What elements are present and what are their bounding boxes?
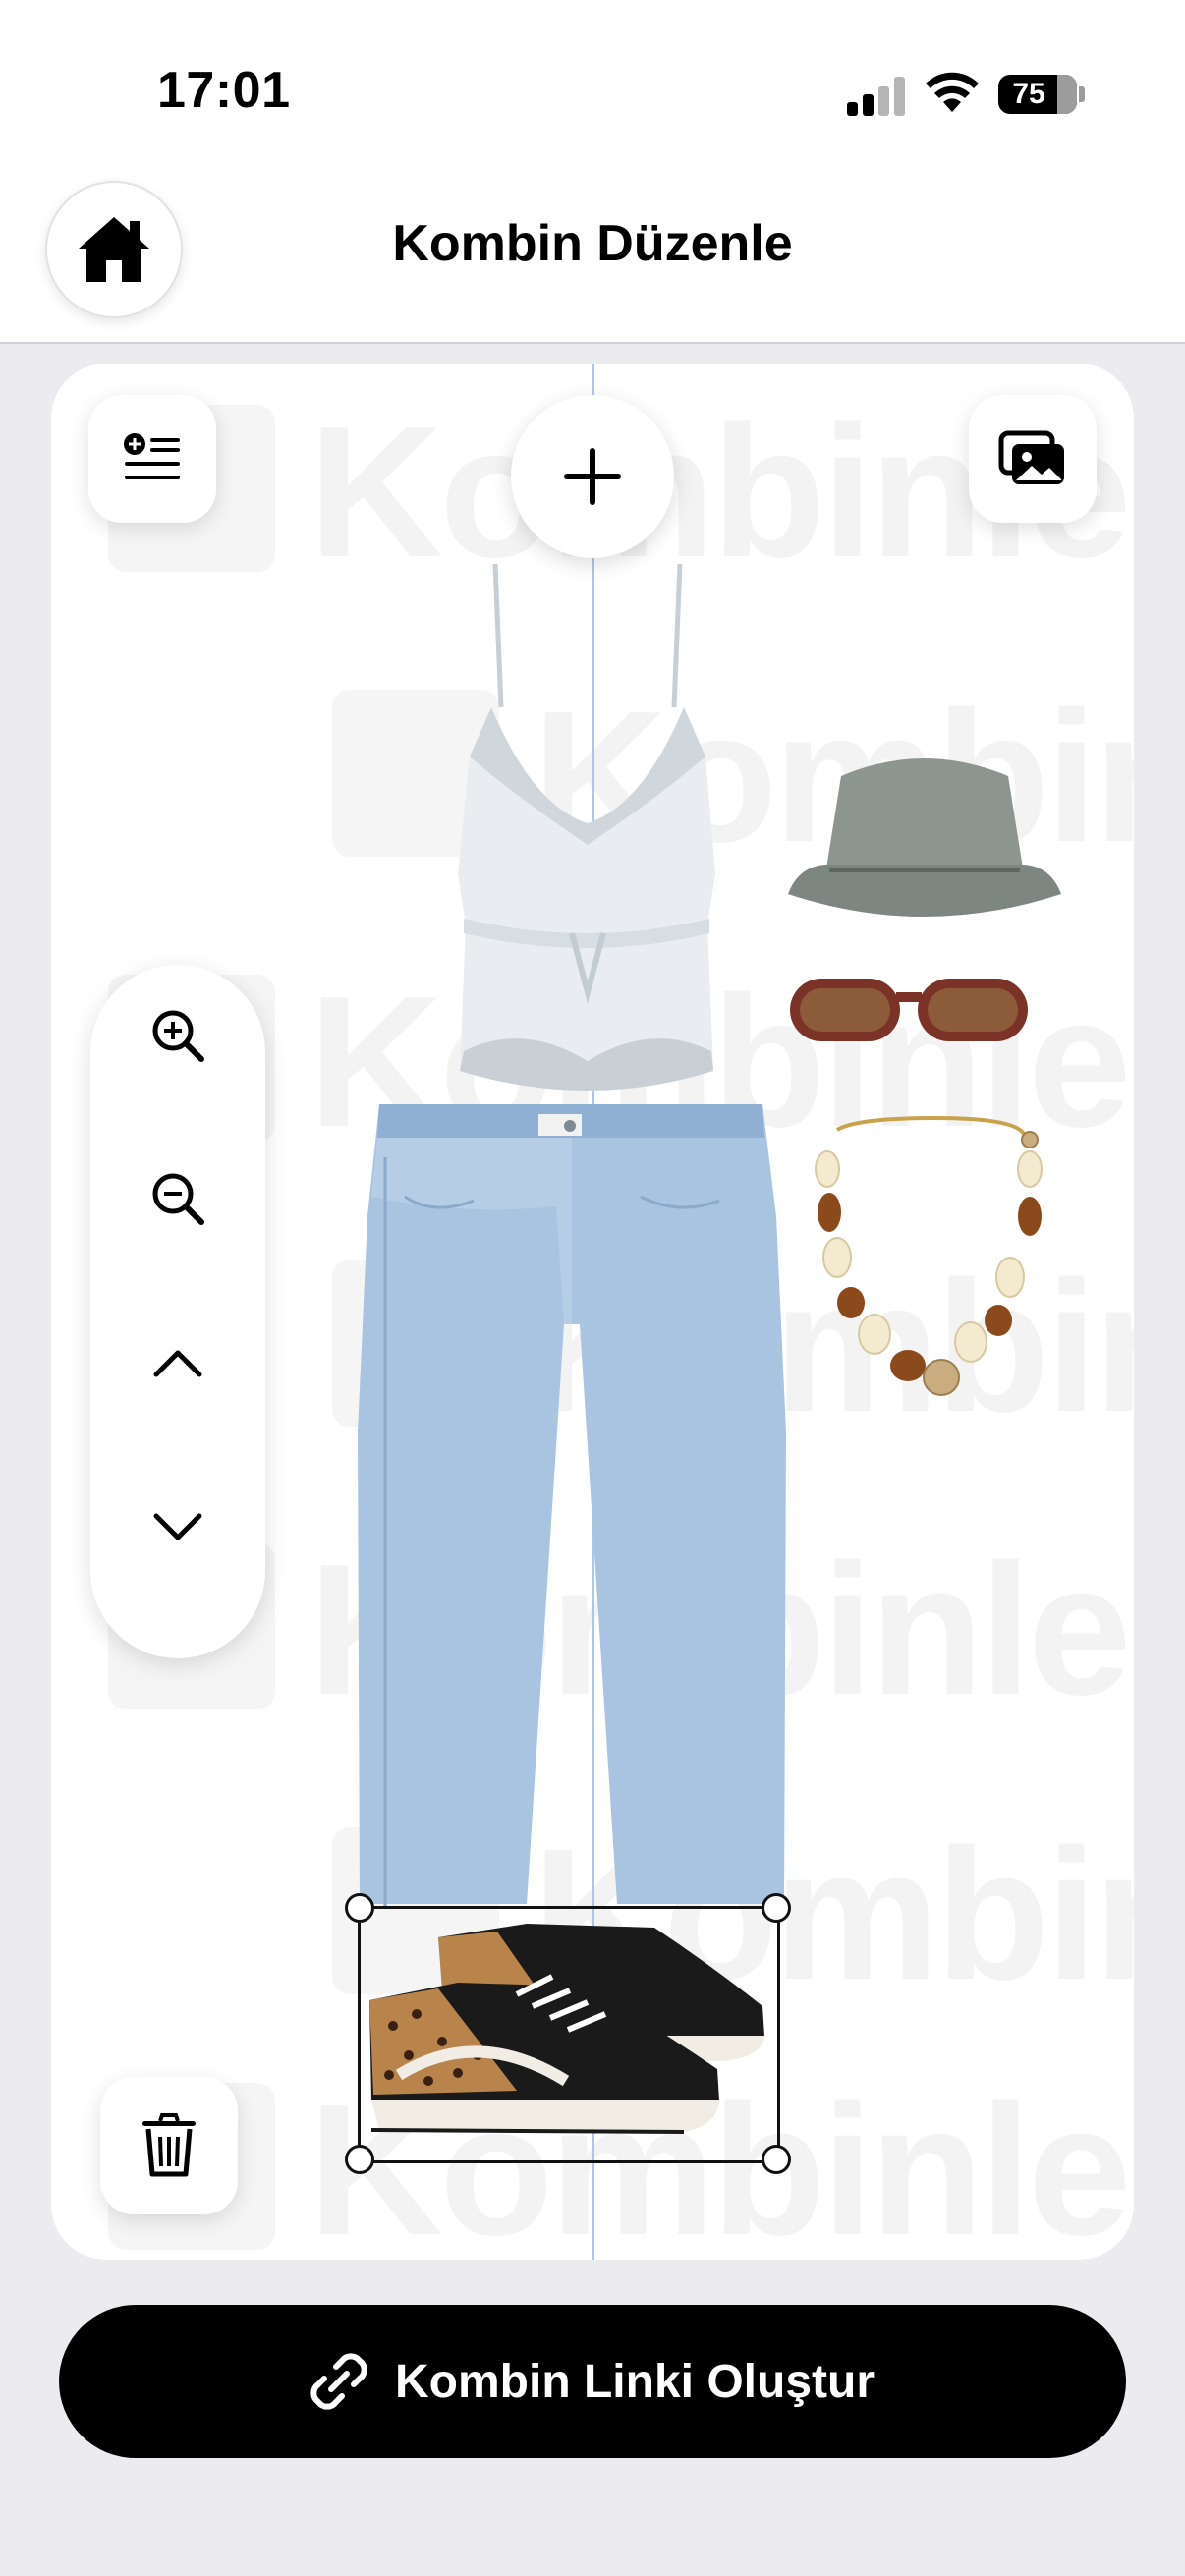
gallery-button[interactable]	[969, 395, 1097, 523]
navigation-header: Kombin Düzenle	[0, 157, 1185, 344]
delete-button[interactable]	[100, 2077, 238, 2214]
create-outfit-link-button[interactable]: Kombin Linki Oluştur	[59, 2305, 1126, 2458]
resize-handle-bottom-left[interactable]	[345, 2145, 374, 2174]
beaded-necklace[interactable]	[798, 1110, 1073, 1415]
wifi-icon	[926, 72, 979, 112]
zoom-out-icon	[152, 1173, 204, 1225]
list-add-icon	[124, 433, 180, 479]
resize-handle-top-right[interactable]	[762, 1893, 791, 1923]
zoom-in-icon	[152, 1010, 204, 1062]
page-title: Kombin Düzenle	[392, 215, 793, 272]
blue-jeans[interactable]	[346, 1098, 798, 1906]
bucket-hat[interactable]	[780, 747, 1069, 933]
link-icon	[310, 2353, 367, 2410]
create-outfit-link-label: Kombin Linki Oluştur	[395, 2355, 875, 2408]
resize-handle-bottom-right[interactable]	[762, 2145, 791, 2174]
resize-handle-top-left[interactable]	[345, 1893, 374, 1923]
status-bar: 17:01 75	[0, 0, 1185, 157]
cellular-signal-icon	[847, 77, 906, 116]
lace-camisole-top[interactable]	[385, 560, 778, 1110]
battery-icon: 75	[998, 75, 1077, 114]
photos-icon	[998, 430, 1064, 484]
plus-icon	[564, 448, 621, 505]
trash-icon	[142, 2113, 196, 2177]
add-to-list-button[interactable]	[88, 395, 216, 523]
zoom-controls	[90, 965, 265, 1658]
move-up-button[interactable]	[129, 1315, 227, 1413]
move-down-button[interactable]	[129, 1478, 227, 1576]
status-time: 17:01	[157, 62, 291, 119]
chevron-down-icon	[153, 1513, 202, 1540]
outfit-canvas[interactable]: Kombinle Kombinle Kombinle Kombinle Komb…	[51, 364, 1134, 2260]
zoom-in-button[interactable]	[129, 986, 227, 1085]
selection-frame	[358, 1906, 780, 2163]
add-item-button[interactable]	[511, 395, 674, 558]
sunglasses[interactable]	[786, 973, 1032, 1047]
battery-level: 75	[1012, 78, 1045, 110]
chevron-up-icon	[153, 1350, 202, 1377]
zoom-out-button[interactable]	[129, 1149, 227, 1248]
